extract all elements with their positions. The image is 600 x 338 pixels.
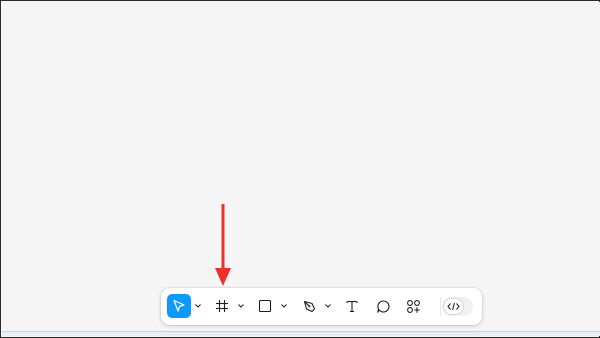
code-brackets-icon [447,302,460,311]
shape-tool-dropdown[interactable] [280,301,288,311]
shape-tool-button[interactable] [253,294,277,318]
design-canvas[interactable] [2,2,600,333]
hash-frame-icon [216,300,228,312]
frame-tool-dropdown[interactable] [237,301,245,311]
comment-tool-button[interactable] [371,294,395,318]
dev-mode-toggle[interactable] [442,297,473,316]
rectangle-icon [258,299,272,313]
move-tool-dropdown[interactable] [194,301,202,311]
components-plus-icon [406,299,420,313]
chevron-down-icon [281,304,287,308]
bottom-toolbar [161,288,482,325]
frame-tool-button[interactable] [210,294,234,318]
pen-tool-button[interactable] [297,294,321,318]
chevron-down-icon [238,304,244,308]
speech-bubble-icon [376,299,389,313]
annotation-arrow [215,204,231,286]
text-tool-button[interactable] [340,294,364,318]
text-t-icon [346,300,358,313]
cursor-arrow-icon [173,299,185,312]
bottom-edge [2,331,600,336]
pen-nib-icon [303,300,315,312]
toolbar-divider [440,297,441,316]
dev-mode-knob [444,299,463,314]
pen-tool-dropdown[interactable] [324,301,332,311]
chevron-down-icon [325,304,331,308]
move-tool-button[interactable] [167,294,191,318]
actions-tool-button[interactable] [401,294,425,318]
chevron-down-icon [195,304,201,308]
